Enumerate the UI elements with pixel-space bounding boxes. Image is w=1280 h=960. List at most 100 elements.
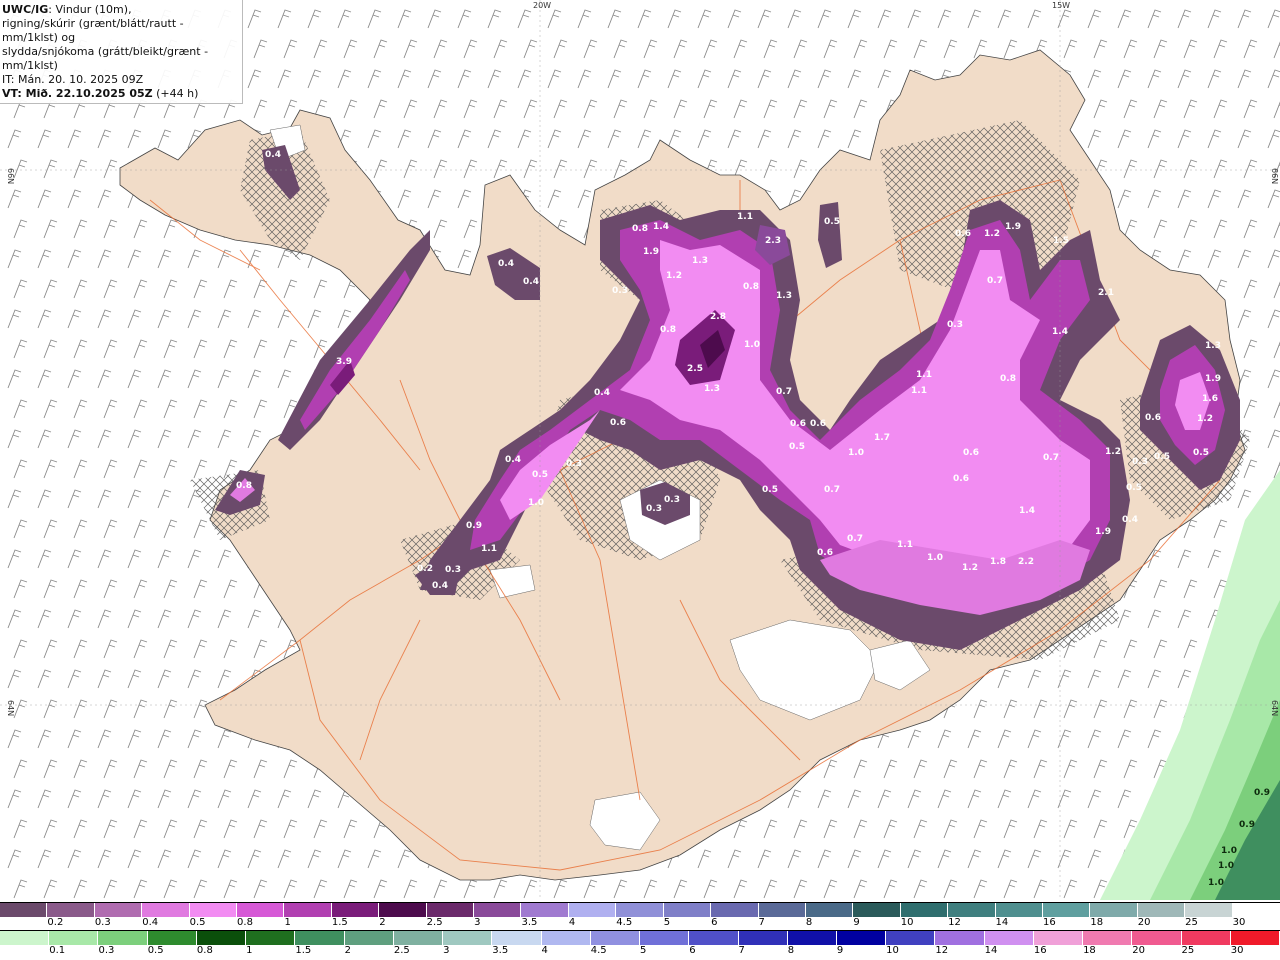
precip-value-label: 0.4 bbox=[1122, 515, 1138, 525]
legend-rain-ticks: 0.1 0.3 0.5 0.8 1 1.5 2 2.5 3 3.5 4 4.5 5 6 7 8 9 10 12 14 1… bbox=[0, 945, 1280, 957]
legend-tick-label: 2 bbox=[344, 945, 351, 956]
precip-value-label: 3.9 bbox=[336, 357, 352, 367]
legend-tick-label: 12 bbox=[935, 945, 949, 956]
legend-tick-label: 14 bbox=[995, 917, 1009, 928]
legend-tick-label: 5 bbox=[640, 945, 647, 956]
legend-swatch bbox=[541, 931, 591, 945]
forecast-map[interactable]: 20W 15W 66N 66N 64N 64N 0.4 0.8 1.4 1.9 1.1 2… bbox=[0, 0, 1280, 900]
legend-swatch bbox=[1132, 931, 1182, 945]
precip-value-label: 0.3 bbox=[445, 565, 461, 575]
legend-tick-label: 4 bbox=[541, 945, 548, 956]
legend-snow: 0.2 0.3 0.4 0.5 0.8 1 1.5 2 2.5 3 3.5 4 4.5 5 6 7 8 9 10 12… bbox=[0, 902, 1280, 930]
legend-swatch bbox=[886, 931, 936, 945]
precip-value-label: 1.0 bbox=[744, 340, 760, 350]
legend-tick-label: 0.3 bbox=[94, 917, 111, 928]
precip-value-label: 0.6 bbox=[790, 419, 806, 429]
precip-value-label: 0.6 bbox=[610, 418, 626, 428]
precip-value-label: 0.3 bbox=[1132, 457, 1148, 467]
grid-label-64n-left: 64N bbox=[6, 700, 15, 716]
precip-value-label: 1.4 bbox=[1052, 327, 1068, 337]
precip-value-label: 1.5 bbox=[1053, 236, 1069, 246]
legend-tick-label: 0.2 bbox=[47, 917, 64, 928]
grid-label-15w: 15W bbox=[1052, 1, 1070, 10]
legend-swatch bbox=[189, 903, 238, 917]
legend-tick-label: 6 bbox=[711, 917, 718, 928]
precip-value-label: 1.1 bbox=[737, 212, 753, 222]
legend-tick-label: 12 bbox=[948, 917, 961, 928]
precip-value-label: 1.7 bbox=[874, 433, 890, 443]
legend-swatch bbox=[853, 903, 901, 917]
precip-value-label: 0.7 bbox=[987, 276, 1003, 286]
precip-value-label: 0.5 bbox=[824, 217, 840, 227]
legend-swatch bbox=[1090, 903, 1138, 917]
precip-value-label: 1.2 bbox=[984, 229, 1000, 239]
legend-tick-label: 10 bbox=[886, 945, 899, 956]
legend-swatch bbox=[98, 931, 148, 945]
legend-tick-label: 9 bbox=[853, 917, 860, 928]
precip-value-label: 2.5 bbox=[687, 364, 703, 374]
precip-value-label: 0.4 bbox=[523, 277, 539, 287]
legend-tick-label: 4.5 bbox=[590, 945, 607, 956]
legend-swatch bbox=[640, 931, 690, 945]
legend-tick-label: 2.5 bbox=[426, 917, 443, 928]
precip-value-label: 0.4 bbox=[265, 150, 281, 160]
precip-value-label: 1.9 bbox=[643, 247, 659, 257]
legend-tick-label: 6 bbox=[689, 945, 696, 956]
legend-tick-label: 7 bbox=[738, 945, 745, 956]
legend-tick-label: 0.3 bbox=[98, 945, 115, 956]
legend-tick-label: 0.8 bbox=[237, 917, 253, 928]
legend-tick-label: 25 bbox=[1185, 917, 1198, 928]
legend-tick-label: 3.5 bbox=[521, 917, 538, 928]
legend-tick-label: 14 bbox=[984, 945, 998, 956]
legend-snow-bar bbox=[0, 902, 1280, 917]
precip-value-label: 0.6 bbox=[810, 419, 826, 429]
legend-swatch bbox=[492, 931, 542, 945]
legend-swatch bbox=[711, 903, 759, 917]
legend-tick-label: 7 bbox=[758, 917, 765, 928]
precip-value-label: 0.8 bbox=[632, 224, 648, 234]
precip-value-label: 2.1 bbox=[1098, 288, 1114, 298]
legend-swatch bbox=[1083, 931, 1133, 945]
rain-value-label: 1.0 bbox=[1221, 846, 1237, 856]
precip-value-label: 1.1 bbox=[916, 370, 932, 380]
legend-swatch bbox=[900, 903, 949, 917]
precip-value-label: 0.8 bbox=[236, 481, 252, 491]
precip-value-label: 1.9 bbox=[1095, 527, 1111, 537]
legend-rain: 0.1 0.3 0.5 0.8 1 1.5 2 2.5 3 3.5 4 4.5 5 6 7 8 9 10 12 14 1… bbox=[0, 930, 1280, 958]
legend-swatch bbox=[295, 931, 345, 945]
legend-swatch bbox=[738, 931, 788, 945]
legend-swatch bbox=[474, 903, 522, 917]
legend-tick-label: 5 bbox=[663, 917, 671, 928]
legend-swatch bbox=[995, 903, 1043, 917]
legend-swatch bbox=[393, 931, 444, 945]
precip-value-label: 0.6 bbox=[953, 474, 969, 484]
legend-tick-label: 0.5 bbox=[189, 917, 206, 928]
legend-tick-label: 30 bbox=[1230, 945, 1244, 956]
legend-tick-label: 0.8 bbox=[196, 945, 213, 956]
grid-label-66n-right: 66N bbox=[1270, 168, 1279, 184]
legend-tick-label: 4 bbox=[568, 917, 576, 928]
legend-swatch bbox=[147, 931, 197, 945]
precip-value-label: 1.0 bbox=[927, 553, 943, 563]
info-line-2: rigning/skúrir (grænt/blátt/rautt - mm/1… bbox=[2, 17, 184, 44]
legend-tick-label: 1 bbox=[246, 945, 253, 956]
legend-tick-label: 16 bbox=[1033, 945, 1047, 956]
legend-tick-label: 0.4 bbox=[142, 917, 159, 928]
legend-rain-bar bbox=[0, 930, 1280, 945]
precip-value-label: 0.4 bbox=[432, 581, 448, 591]
legend-tick-label: 8 bbox=[805, 917, 813, 928]
precip-value-label: 1.6 bbox=[1202, 394, 1218, 404]
precip-value-label: 1.3 bbox=[704, 384, 720, 394]
legend-tick-label: 20 bbox=[1132, 945, 1146, 956]
precip-value-label: 1.9 bbox=[1005, 222, 1021, 232]
legend-swatch bbox=[1230, 931, 1280, 945]
precip-value-label: 0.4 bbox=[594, 388, 610, 398]
legend-tick-label: 4.5 bbox=[616, 917, 633, 928]
precip-value-label: 1.3 bbox=[776, 291, 792, 301]
legend-tick-label: 0.1 bbox=[49, 945, 66, 956]
info-line-1: UWC/IG: Vindur (10m), bbox=[2, 3, 132, 16]
legend-snow-ticks: 0.2 0.3 0.4 0.5 0.8 1 1.5 2 2.5 3 3.5 4 4.5 5 6 7 8 9 10 12… bbox=[0, 917, 1280, 929]
precip-value-label: 0.4 bbox=[498, 259, 514, 269]
legend-swatch bbox=[805, 903, 854, 917]
precip-value-label: 0.7 bbox=[776, 387, 792, 397]
